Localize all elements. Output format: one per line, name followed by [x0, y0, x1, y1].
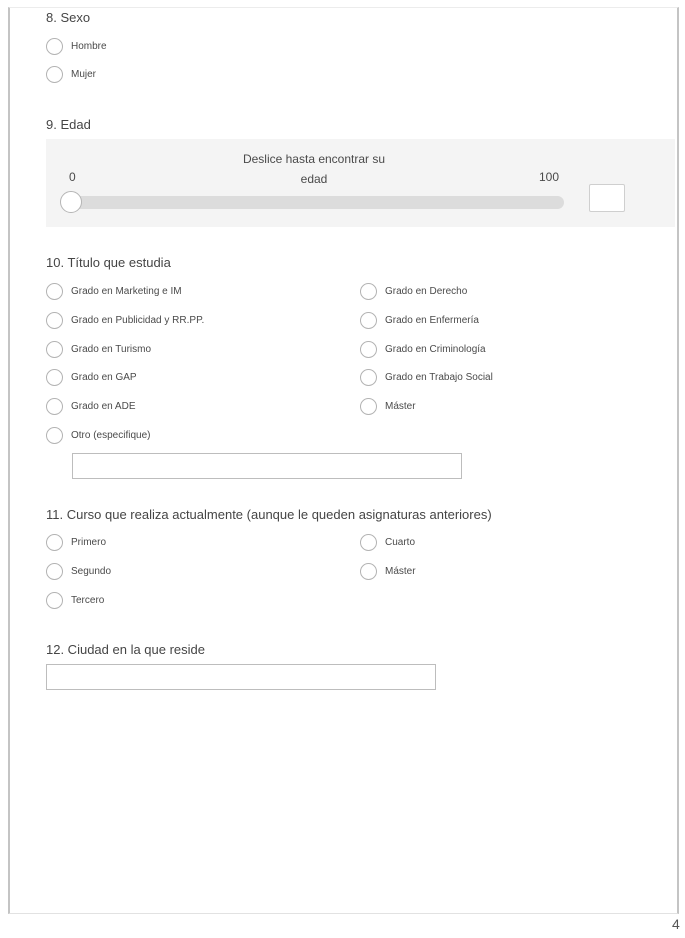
radio-circle-icon[interactable]: [360, 340, 377, 358]
radio-option-mujer[interactable]: Mujer: [46, 64, 96, 84]
radio-circle-icon[interactable]: [46, 591, 63, 609]
radio-option-derecho[interactable]: Grado en Derecho: [360, 281, 467, 301]
question-12-title: 12. Ciudad en la que reside: [46, 642, 206, 657]
radio-label: Primero: [71, 536, 107, 548]
radio-label: Mujer: [71, 68, 97, 80]
radio-circle-icon[interactable]: [46, 397, 63, 415]
radio-label: Grado en Turismo: [71, 343, 152, 355]
radio-option-hombre[interactable]: Hombre: [46, 36, 107, 56]
question-8-title: 8. Sexo: [46, 10, 91, 25]
radio-option-ade[interactable]: Grado en ADE: [46, 396, 135, 416]
radio-circle-icon[interactable]: [360, 397, 377, 415]
radio-label: Segundo: [71, 565, 112, 577]
radio-circle-icon[interactable]: [360, 282, 377, 300]
page-number: 4: [672, 916, 680, 932]
city-input[interactable]: [46, 664, 436, 690]
radio-option-marketing[interactable]: Grado en Marketing e IM: [46, 281, 182, 301]
radio-circle-icon[interactable]: [360, 533, 377, 551]
radio-option-trabajo-social[interactable]: Grado en Trabajo Social: [360, 367, 493, 387]
radio-option-gap[interactable]: Grado en GAP: [46, 367, 137, 387]
radio-label: Otro (especifique): [71, 429, 151, 441]
radio-label: Máster: [385, 400, 416, 412]
radio-label: Grado en Criminología: [385, 343, 486, 355]
radio-option-master-curso[interactable]: Máster: [360, 561, 416, 581]
radio-circle-icon[interactable]: [360, 562, 377, 580]
radio-option-turismo[interactable]: Grado en Turismo: [46, 339, 151, 359]
question-9-title: 9. Edad: [46, 117, 91, 132]
question-11-title: 11. Curso que realiza actualmente (aunqu…: [46, 507, 492, 522]
slider-instruction-line2: edad: [300, 172, 328, 186]
age-slider-track[interactable]: [60, 191, 564, 213]
radio-circle-icon[interactable]: [46, 533, 63, 551]
radio-circle-icon[interactable]: [46, 37, 63, 55]
radio-label: Grado en GAP: [71, 371, 137, 383]
radio-option-publicidad[interactable]: Grado en Publicidad y RR.PP.: [46, 310, 204, 330]
radio-label: Grado en Marketing e IM: [71, 285, 182, 297]
radio-circle-icon[interactable]: [46, 282, 63, 300]
slider-max-label: 100: [539, 170, 560, 184]
age-slider-thumb[interactable]: [60, 191, 82, 213]
radio-circle-icon[interactable]: [46, 340, 63, 358]
radio-option-enfermeria[interactable]: Grado en Enfermería: [360, 310, 479, 330]
radio-label: Máster: [385, 565, 416, 577]
radio-label: Grado en ADE: [71, 400, 136, 412]
radio-label: Grado en Enfermería: [385, 314, 479, 326]
radio-circle-icon[interactable]: [360, 311, 377, 329]
other-specify-input[interactable]: [72, 453, 462, 479]
age-slider-panel: Deslice hasta encontrar su edad 0 100: [46, 139, 675, 227]
radio-option-tercero[interactable]: Tercero: [46, 590, 104, 610]
slider-instruction: Deslice hasta encontrar su edad: [224, 149, 404, 189]
radio-circle-icon[interactable]: [46, 368, 63, 386]
radio-option-otro[interactable]: Otro (especifique): [46, 425, 150, 445]
radio-option-segundo[interactable]: Segundo: [46, 561, 111, 581]
radio-label: Grado en Trabajo Social: [385, 371, 493, 383]
radio-option-master[interactable]: Máster: [360, 396, 416, 416]
slider-instruction-line1: Deslice hasta encontrar su: [242, 152, 386, 166]
age-value-box[interactable]: [589, 184, 625, 212]
radio-circle-icon[interactable]: [46, 562, 63, 580]
question-10-title: 10. Título que estudia: [46, 255, 171, 270]
radio-circle-icon[interactable]: [360, 368, 377, 386]
radio-circle-icon[interactable]: [46, 426, 63, 444]
radio-circle-icon[interactable]: [46, 65, 63, 83]
radio-circle-icon[interactable]: [46, 311, 63, 329]
radio-label: Cuarto: [385, 536, 416, 548]
slider-min-label: 0: [69, 170, 76, 184]
radio-label: Grado en Publicidad y RR.PP.: [71, 314, 205, 326]
radio-option-primero[interactable]: Primero: [46, 532, 106, 552]
radio-option-criminologia[interactable]: Grado en Criminología: [360, 339, 486, 359]
radio-label: Tercero: [71, 594, 105, 606]
radio-label: Hombre: [71, 40, 107, 52]
radio-label: Grado en Derecho: [385, 285, 468, 297]
radio-option-cuarto[interactable]: Cuarto: [360, 532, 415, 552]
